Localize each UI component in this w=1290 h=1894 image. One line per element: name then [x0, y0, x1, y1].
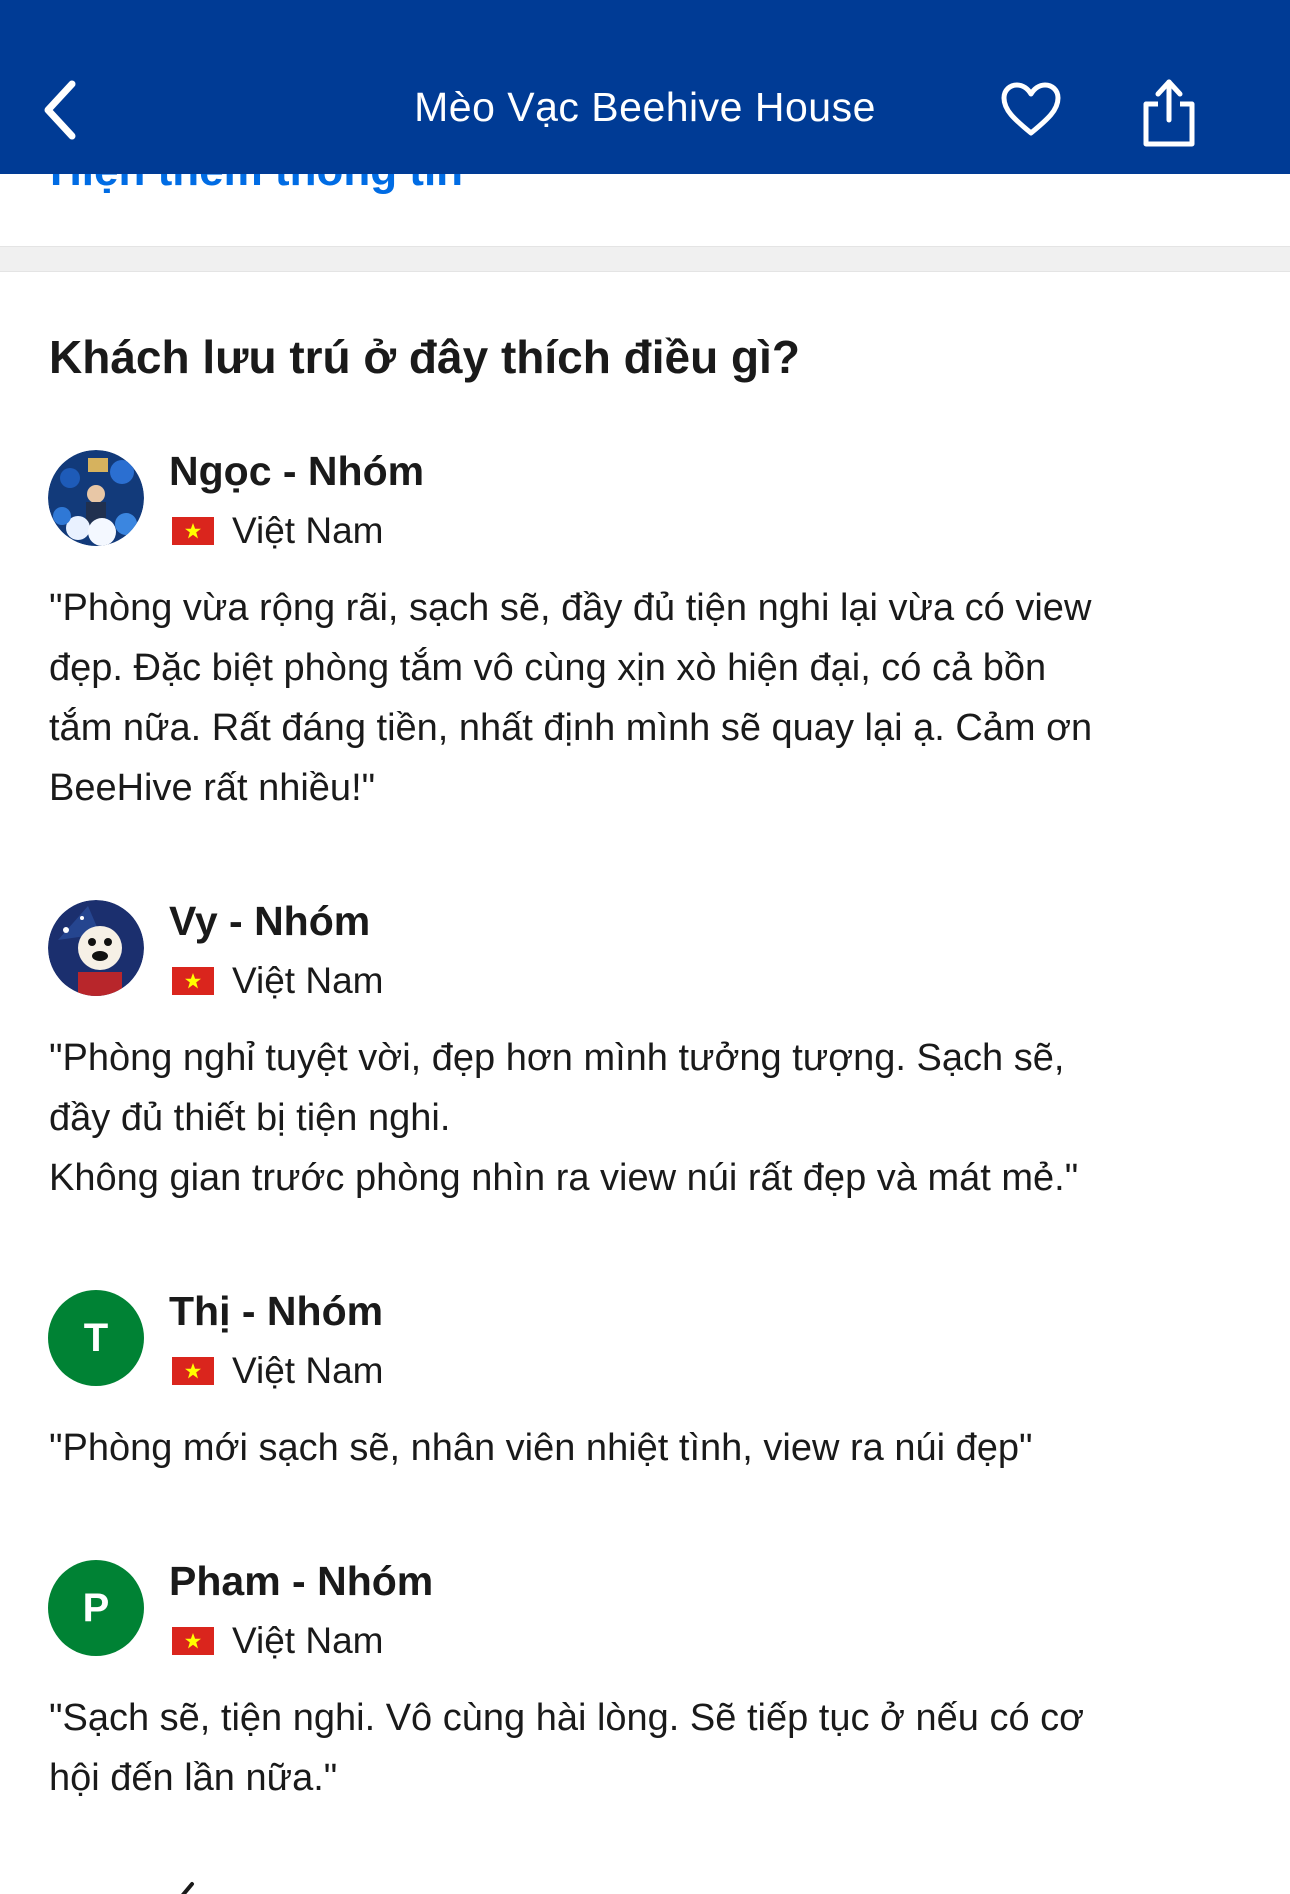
country-row: Việt Nam — [172, 960, 384, 1002]
section-divider — [0, 246, 1290, 272]
review-text: "Phòng mới sạch sẽ, nhân viên nhiệt tình… — [49, 1427, 1033, 1469]
avatar[interactable] — [48, 900, 144, 996]
vietnam-flag-icon — [172, 967, 214, 995]
avatar[interactable]: T — [48, 1290, 144, 1386]
avatar[interactable] — [48, 450, 144, 546]
country-row: Việt Nam — [172, 1350, 384, 1392]
favorite-button[interactable] — [995, 76, 1067, 142]
avatar-photo-icon — [48, 900, 144, 996]
section-title: Khách lưu trú ở đây thích điều gì? — [49, 331, 800, 383]
top-app-bar: Mèo Vạc Beehive House — [0, 0, 1290, 174]
reviewer-name: Vy - Nhóm — [169, 898, 371, 944]
show-more-strip: Hiện thêm thông tin — [0, 174, 1290, 246]
share-icon — [1143, 79, 1195, 147]
vietnam-flag-icon — [172, 517, 214, 545]
country-name: Việt Nam — [232, 1620, 384, 1661]
country-name: Việt Nam — [232, 510, 384, 551]
review-text: "Sạch sẽ, tiện nghi. Vô cùng hài lòng. S… — [49, 1697, 1085, 1799]
country-row: Việt Nam — [172, 1620, 384, 1662]
page-title: Mèo Vạc Beehive House — [0, 84, 1290, 131]
country-name: Việt Nam — [232, 1350, 384, 1391]
vietnam-flag-icon — [172, 1357, 214, 1385]
avatar[interactable]: P — [48, 1560, 144, 1656]
avatar-photo-icon — [48, 450, 144, 546]
reviewer-name: Pham - Nhóm — [169, 1558, 434, 1604]
review-text: "Phòng nghỉ tuyệt vời, đẹp hơn mình tưởn… — [49, 1037, 1079, 1199]
reviewer-name: Ngọc - Nhóm — [169, 448, 425, 494]
heart-outline-icon — [1001, 82, 1061, 136]
avatar-letter: T — [83, 1315, 109, 1360]
reviewer-name: Thị - Nhóm — [169, 1288, 384, 1334]
vietnam-flag-icon — [172, 1627, 214, 1655]
country-row: Việt Nam — [172, 510, 384, 552]
country-name: Việt Nam — [232, 960, 384, 1001]
next-review-fragment — [170, 1880, 200, 1894]
page: Mèo Vạc Beehive House Hiện thêm thông ti… — [0, 0, 1290, 1894]
show-more-link[interactable]: Hiện thêm thông tin — [50, 174, 463, 196]
review-text: "Phòng vừa rộng rãi, sạch sẽ, đầy đủ tiệ… — [49, 587, 1093, 809]
page-title-text: Mèo Vạc Beehive House — [414, 84, 876, 130]
share-button[interactable] — [1135, 70, 1203, 152]
avatar-letter: P — [82, 1585, 110, 1630]
